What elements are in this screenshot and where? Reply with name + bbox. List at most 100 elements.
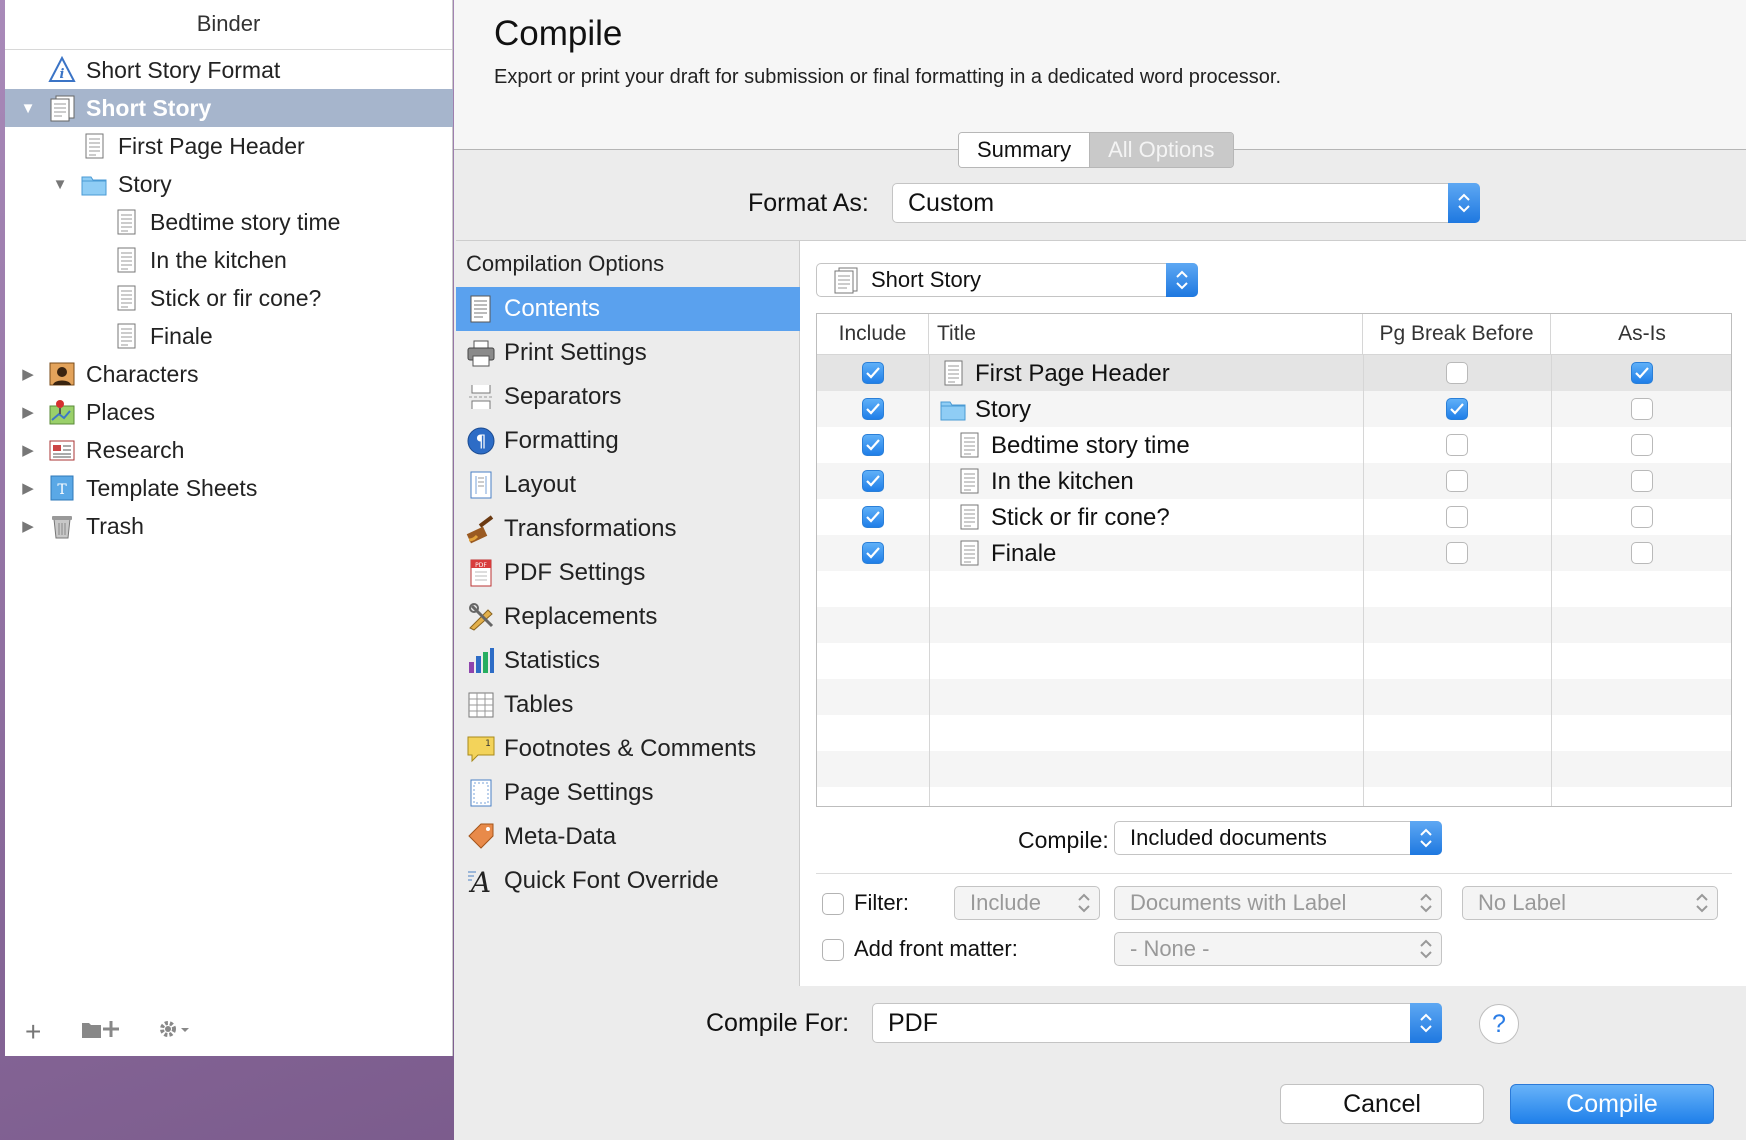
column-header-include[interactable]: Include: [817, 314, 929, 354]
gear-menu-button[interactable]: [157, 1018, 191, 1047]
front-matter-select[interactable]: - None -: [1114, 932, 1442, 966]
include-checkbox[interactable]: [862, 362, 884, 384]
front-matter-checkbox[interactable]: [822, 939, 844, 961]
table-row[interactable]: Finale: [817, 535, 1731, 571]
help-button[interactable]: ?: [1479, 1004, 1519, 1044]
column-header-pg-break[interactable]: Pg Break Before: [1363, 314, 1551, 354]
column-header-as-is[interactable]: As-Is: [1551, 314, 1731, 354]
binder-item[interactable]: Stick or fir cone?: [5, 279, 453, 317]
column-header-title[interactable]: Title: [929, 314, 1363, 354]
footnotes-icon: 1: [466, 734, 496, 764]
format-as-select[interactable]: Custom: [892, 183, 1480, 223]
dialog-subtitle: Export or print your draft for submissio…: [494, 66, 1282, 88]
option-label: Footnotes & Comments: [504, 735, 757, 762]
disclosure-open-icon[interactable]: ▼: [52, 176, 68, 193]
stepper-arrows-icon: [1410, 1003, 1442, 1043]
disclosure-open-icon[interactable]: ▼: [20, 100, 36, 117]
disclosure-closed-icon[interactable]: ▶: [20, 518, 36, 535]
option-tables[interactable]: Tables: [456, 683, 800, 727]
page-break-checkbox[interactable]: [1446, 506, 1468, 528]
disclosure-closed-icon[interactable]: ▶: [20, 480, 36, 497]
stepper-arrows-icon: [1410, 932, 1442, 966]
binder-item[interactable]: i Short Story Format: [5, 51, 453, 89]
option-quick-font-override[interactable]: A Quick Font Override: [456, 859, 800, 903]
binder-item[interactable]: Finale: [5, 317, 453, 355]
option-page-settings[interactable]: Page Settings: [456, 771, 800, 815]
column-divider: [1363, 354, 1364, 806]
include-checkbox[interactable]: [862, 542, 884, 564]
tab-all-options[interactable]: All Options: [1089, 133, 1233, 167]
filter-checkbox[interactable]: [822, 893, 844, 915]
option-layout[interactable]: Layout: [456, 463, 800, 507]
table-row[interactable]: Stick or fir cone?: [817, 499, 1731, 535]
as-is-checkbox[interactable]: [1631, 398, 1653, 420]
document-icon: [112, 284, 140, 312]
include-checkbox[interactable]: [862, 398, 884, 420]
include-checkbox[interactable]: [862, 434, 884, 456]
include-checkbox[interactable]: [862, 470, 884, 492]
as-is-checkbox[interactable]: [1631, 362, 1653, 384]
tables-icon: [466, 690, 496, 720]
table-row[interactable]: Story: [817, 391, 1731, 427]
option-formatting[interactable]: ¶ Formatting: [456, 419, 800, 463]
table-row[interactable]: In the kitchen: [817, 463, 1731, 499]
document-icon: [939, 359, 967, 387]
layout-icon: [466, 470, 496, 500]
as-is-checkbox[interactable]: [1631, 470, 1653, 492]
as-is-checkbox[interactable]: [1631, 542, 1653, 564]
option-transformations[interactable]: Transformations: [456, 507, 800, 551]
binder-item[interactable]: ▶ Trash: [5, 507, 453, 545]
as-is-checkbox[interactable]: [1631, 434, 1653, 456]
option-contents[interactable]: Contents: [456, 287, 800, 331]
option-print-settings[interactable]: Print Settings: [456, 331, 800, 375]
table-row[interactable]: First Page Header: [817, 355, 1731, 391]
root-document-select[interactable]: Short Story: [816, 263, 1198, 297]
add-item-button[interactable]: +: [25, 1016, 41, 1048]
include-checkbox[interactable]: [862, 506, 884, 528]
filter-mode-select[interactable]: Include: [954, 886, 1100, 920]
disclosure-closed-icon[interactable]: ▶: [20, 366, 36, 383]
binder-item[interactable]: ▶ Characters: [5, 355, 453, 393]
page-break-checkbox[interactable]: [1446, 362, 1468, 384]
compile-scope-select[interactable]: Included documents: [1114, 821, 1442, 855]
disclosure-closed-icon[interactable]: ▶: [20, 404, 36, 421]
add-folder-button[interactable]: [81, 1018, 121, 1047]
document-icon: [80, 132, 108, 160]
option-footnotes-comments[interactable]: 1 Footnotes & Comments: [456, 727, 800, 771]
binder-item[interactable]: ▼ Short Story: [5, 89, 453, 127]
as-is-checkbox[interactable]: [1631, 506, 1653, 528]
binder-footer: +: [5, 1008, 453, 1056]
option-pdf-settings[interactable]: PDF PDF Settings: [456, 551, 800, 595]
page-break-checkbox[interactable]: [1446, 434, 1468, 456]
binder-item-label: In the kitchen: [150, 247, 287, 273]
disclosure-closed-icon[interactable]: ▶: [20, 442, 36, 459]
cancel-button[interactable]: Cancel: [1280, 1084, 1484, 1124]
page-break-checkbox[interactable]: [1446, 542, 1468, 564]
compile-scope-label: Compile:: [1018, 827, 1109, 853]
dialog-title: Compile: [494, 14, 623, 53]
tab-summary[interactable]: Summary: [959, 133, 1090, 167]
option-statistics[interactable]: Statistics: [456, 639, 800, 683]
document-icon: [112, 246, 140, 274]
svg-text:A: A: [468, 866, 491, 896]
binder-item[interactable]: ▼ Story: [5, 165, 453, 203]
compile-button[interactable]: Compile: [1510, 1084, 1714, 1124]
table-row[interactable]: Bedtime story time: [817, 427, 1731, 463]
option-label: Replacements: [504, 603, 658, 630]
option-meta-data[interactable]: Meta-Data: [456, 815, 800, 859]
binder-item[interactable]: ▶ Research: [5, 431, 453, 469]
page-break-checkbox[interactable]: [1446, 470, 1468, 492]
binder-item[interactable]: In the kitchen: [5, 241, 453, 279]
option-replacements[interactable]: Replacements: [456, 595, 800, 639]
binder-item[interactable]: ▶ T Template Sheets: [5, 469, 453, 507]
option-separators[interactable]: Separators: [456, 375, 800, 419]
binder-item[interactable]: Bedtime story time: [5, 203, 453, 241]
option-label: Page Settings: [504, 779, 654, 806]
page-break-checkbox[interactable]: [1446, 398, 1468, 420]
filter-value-select[interactable]: No Label: [1462, 886, 1718, 920]
binder-item[interactable]: First Page Header: [5, 127, 453, 165]
binder-item[interactable]: ▶ Places: [5, 393, 453, 431]
filter-type-select[interactable]: Documents with Label: [1114, 886, 1442, 920]
compile-for-select[interactable]: PDF: [872, 1003, 1442, 1043]
format-as-value: Custom: [908, 188, 995, 217]
